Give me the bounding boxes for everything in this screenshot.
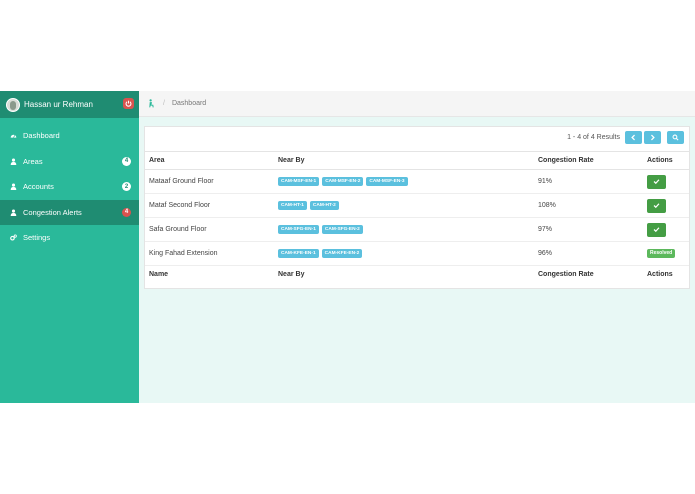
column-header: Actions xyxy=(643,151,689,170)
area-cell: Mataf Second Floor xyxy=(145,193,274,218)
power-icon[interactable] xyxy=(123,98,134,109)
app-window: Hassan ur Rehman Dashboard Areas 4 Accou… xyxy=(0,91,695,403)
nearby-cell: CAM-KFE-EN-1 CAM-KFE-EN-2 xyxy=(274,241,534,266)
prev-page-button[interactable] xyxy=(625,131,642,144)
area-cell: Safa Ground Floor xyxy=(145,217,274,242)
check-icon xyxy=(653,203,660,209)
avatar xyxy=(6,97,20,112)
table-footer-row: Name Near By Congestion Rate Actions xyxy=(145,265,689,283)
results-count: 1 - 4 of 4 Results xyxy=(567,134,620,141)
dashboard-icon xyxy=(9,132,17,140)
column-footer: Name xyxy=(145,265,274,283)
camera-tag: CAM-SFG-EN-1 xyxy=(278,225,319,234)
camera-tag: CAM-HT-2 xyxy=(309,201,339,210)
pager-toolbar: 1 - 4 of 4 Results xyxy=(567,131,684,144)
alerts-table: Area Near By Congestion Rate Actions Mat… xyxy=(145,151,689,283)
alert-count-badge: 4 xyxy=(122,207,131,217)
home-icon[interactable] xyxy=(148,98,155,110)
sidebar-item-areas[interactable]: Areas 4 xyxy=(0,149,139,175)
next-page-button[interactable] xyxy=(644,131,661,144)
user-icon xyxy=(9,208,17,216)
camera-tag: CAM-SFG-EN-2 xyxy=(321,225,363,234)
actions-cell xyxy=(643,169,689,194)
check-icon xyxy=(653,227,660,233)
sidebar-item-label: Congestion Alerts xyxy=(23,207,82,217)
camera-tag: CAM-HT-1 xyxy=(278,201,307,210)
column-footer: Near By xyxy=(274,265,534,283)
resolve-button[interactable] xyxy=(647,174,666,189)
table-header-row: Area Near By Congestion Rate Actions xyxy=(145,151,689,170)
alerts-panel: 1 - 4 of 4 Results Area Near By Congesti… xyxy=(144,126,690,289)
area-cell: Mataaf Ground Floor xyxy=(145,169,274,194)
chevron-right-icon xyxy=(651,134,655,141)
actions-cell xyxy=(643,217,689,242)
sidebar-item-settings[interactable]: Settings xyxy=(0,225,139,251)
check-icon xyxy=(653,179,660,185)
column-footer: Actions xyxy=(643,265,689,283)
actions-cell xyxy=(643,193,689,218)
column-footer: Congestion Rate xyxy=(534,265,643,283)
user-name: Hassan ur Rehman xyxy=(24,100,93,109)
user-icon xyxy=(9,183,17,191)
resolve-button[interactable] xyxy=(647,198,666,213)
rate-cell: 96% xyxy=(534,241,643,266)
table-row: Mataaf Ground Floor CAM-MSF-EN-1 CAM-MSF-… xyxy=(145,169,689,194)
actions-cell: Resolved xyxy=(643,241,689,266)
nearby-cell: CAM-MSF-EN-1 CAM-MSF-EN-2 CAM-MSF-EN-3 xyxy=(274,169,534,194)
rate-cell: 91% xyxy=(534,169,643,194)
breadcrumb-current: Dashboard xyxy=(171,100,207,107)
camera-tag: CAM-MSF-EN-2 xyxy=(322,177,364,186)
search-icon xyxy=(672,134,679,141)
main-content: / Dashboard 1 - 4 of 4 Results Area Near… xyxy=(139,91,695,403)
column-header[interactable]: Area xyxy=(145,151,274,170)
gears-icon xyxy=(9,234,17,242)
resolve-button[interactable] xyxy=(647,222,666,237)
column-header[interactable]: Near By xyxy=(274,151,534,170)
sidebar-item-accounts[interactable]: Accounts 2 xyxy=(0,174,139,200)
camera-tag: CAM-KFE-EN-2 xyxy=(321,249,363,258)
user-icon xyxy=(9,157,17,165)
table-row: Mataf Second Floor CAM-HT-1 CAM-HT-2 108% xyxy=(145,193,689,218)
sidebar-item-label: Dashboard xyxy=(23,131,60,141)
sidebar: Hassan ur Rehman Dashboard Areas 4 Accou… xyxy=(0,91,139,403)
sidebar-item-label: Areas xyxy=(23,156,43,166)
rate-cell: 97% xyxy=(534,217,643,242)
count-badge: 4 xyxy=(122,156,131,166)
chevron-left-icon xyxy=(631,134,635,141)
column-header[interactable]: Congestion Rate xyxy=(534,151,643,170)
breadcrumb-separator: / xyxy=(163,100,165,107)
camera-tag: CAM-MSF-EN-3 xyxy=(366,177,408,186)
camera-tag: CAM-KFE-EN-1 xyxy=(278,249,319,258)
resolved-badge: Resolved xyxy=(647,249,676,258)
sidebar-item-congestion-alerts[interactable]: Congestion Alerts 4 xyxy=(0,199,139,225)
area-cell: King Fahad Extension xyxy=(145,241,274,266)
user-header: Hassan ur Rehman xyxy=(0,91,139,118)
breadcrumb: / Dashboard xyxy=(139,91,695,117)
sidebar-item-label: Settings xyxy=(23,233,51,243)
nearby-cell: CAM-HT-1 CAM-HT-2 xyxy=(274,193,534,218)
table-row: King Fahad Extension CAM-KFE-EN-1 CAM-KFE… xyxy=(145,241,689,266)
rate-cell: 108% xyxy=(534,193,643,218)
count-badge: 2 xyxy=(122,182,131,191)
sidebar-item-label: Accounts xyxy=(23,182,54,192)
search-button[interactable] xyxy=(667,131,684,144)
sidebar-item-dashboard[interactable]: Dashboard xyxy=(0,123,139,149)
nearby-cell: CAM-SFG-EN-1 CAM-SFG-EN-2 xyxy=(274,217,534,242)
table-row: Safa Ground Floor CAM-SFG-EN-1 CAM-SFG-EN… xyxy=(145,217,689,242)
camera-tag: CAM-MSF-EN-1 xyxy=(278,177,320,186)
